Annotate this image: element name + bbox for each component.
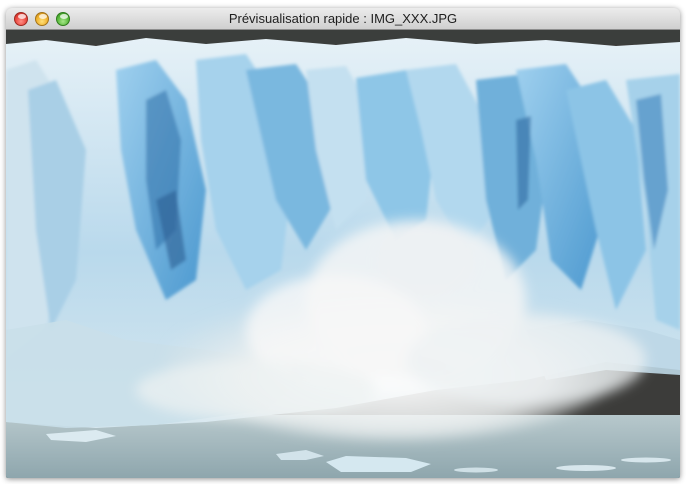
close-icon[interactable] <box>14 12 28 26</box>
minimize-icon[interactable] <box>35 12 49 26</box>
quick-look-window: Prévisualisation rapide : IMG_XXX.JPG <box>6 8 680 478</box>
window-title: Prévisualisation rapide : IMG_XXX.JPG <box>228 11 458 26</box>
zoom-icon[interactable] <box>56 12 70 26</box>
glacier-photo <box>6 30 680 478</box>
title-bar[interactable]: Prévisualisation rapide : IMG_XXX.JPG <box>6 8 680 30</box>
image-preview <box>6 30 680 478</box>
